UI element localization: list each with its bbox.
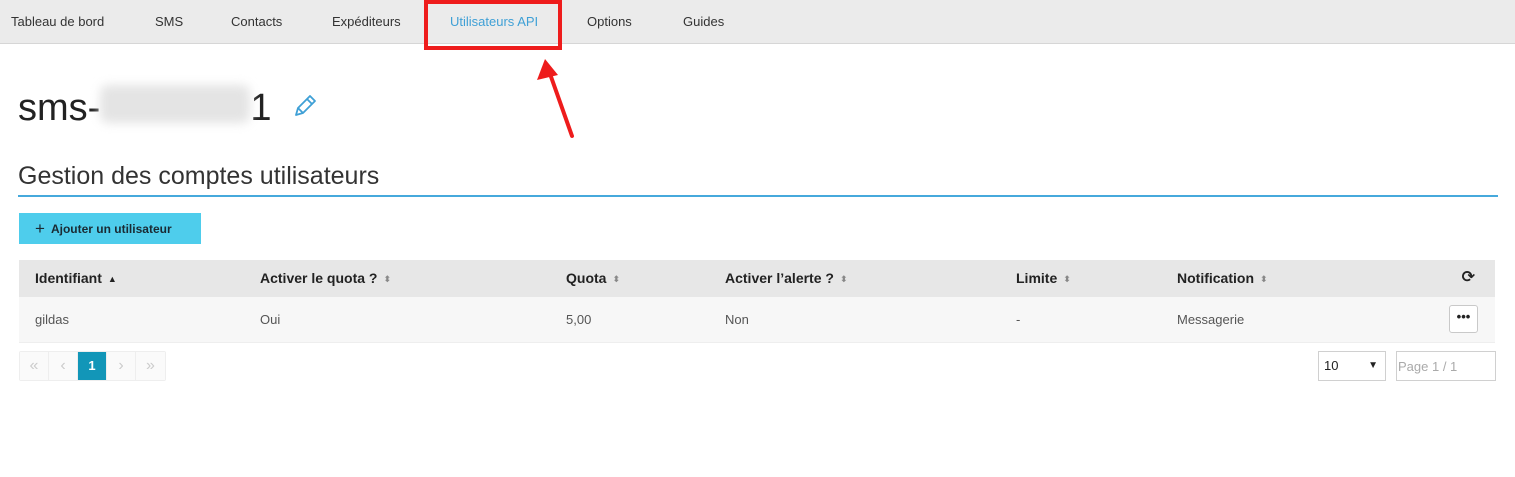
tab-sms[interactable]: SMS: [155, 0, 183, 44]
top-navigation: Tableau de bord SMS Contacts Expéditeurs…: [0, 0, 1515, 44]
tab-dashboard[interactable]: Tableau de bord: [11, 0, 104, 44]
sort-icon: ⬍: [612, 274, 620, 284]
per-page-select[interactable]: 10 ▼: [1318, 351, 1386, 381]
cell-quota-active: Oui: [260, 312, 281, 327]
last-page-button[interactable]: »: [136, 352, 165, 380]
cell-alert: Non: [725, 312, 749, 327]
page-title-suffix: 1: [250, 87, 272, 129]
header-notification[interactable]: Notification ⬍: [1177, 260, 1268, 297]
sort-icon: ⬍: [1063, 274, 1071, 284]
per-page-value: 10: [1324, 358, 1339, 373]
header-identifiant[interactable]: Identifiant ▲: [35, 260, 117, 297]
table-row: gildas Oui 5,00 Non - Messagerie •••: [19, 297, 1495, 343]
sort-icon: ⬍: [839, 274, 848, 284]
cell-notification: Messagerie: [1177, 312, 1245, 327]
header-quota-active[interactable]: Activer le quota ? ⬍: [260, 260, 391, 297]
section-title: Gestion des comptes utilisateurs: [18, 162, 380, 190]
users-table: Identifiant ▲ Activer le quota ? ⬍ Quota ⬍ …: [19, 260, 1495, 343]
tab-senders[interactable]: Expéditeurs: [332, 0, 401, 44]
sort-icon: ⬍: [383, 274, 392, 284]
refresh-icon[interactable]: ⟳: [1462, 269, 1475, 287]
current-page-button[interactable]: 1: [78, 352, 107, 380]
add-user-button[interactable]: + Ajouter un utilisateur: [19, 213, 201, 244]
tab-contacts[interactable]: Contacts: [231, 0, 282, 44]
table-header: Identifiant ▲ Activer le quota ? ⬍ Quota ⬍ …: [19, 260, 1495, 297]
next-page-button[interactable]: ›: [107, 352, 136, 380]
header-limit[interactable]: Limite ⬍: [1016, 260, 1071, 297]
cell-limit: -: [1016, 312, 1021, 327]
prev-page-button[interactable]: ‹: [49, 352, 78, 380]
highlight-annotation-box: [424, 0, 562, 50]
page-title: sms- 1: [18, 84, 271, 132]
tab-guides[interactable]: Guides: [683, 0, 724, 44]
tab-options[interactable]: Options: [587, 0, 632, 44]
annotation-arrow-icon: [537, 59, 574, 138]
sort-icon: ⬍: [1260, 274, 1268, 284]
page-title-prefix: sms-: [18, 87, 101, 129]
plus-icon: +: [35, 218, 45, 238]
cell-quota: 5,00: [566, 312, 592, 327]
first-page-button[interactable]: «: [20, 352, 49, 380]
sort-ascending-icon: ▲: [107, 274, 117, 284]
header-alert-active[interactable]: Activer l’alerte ? ⬍: [725, 260, 847, 297]
page-number-input[interactable]: [1396, 351, 1496, 381]
section-divider: [18, 195, 1498, 197]
pencil-edit-icon[interactable]: [292, 93, 318, 119]
add-user-label: Ajouter un utilisateur: [50, 221, 172, 236]
chevron-down-icon: ▼: [1368, 360, 1378, 371]
row-actions-menu-button[interactable]: •••: [1449, 305, 1478, 333]
cell-identifiant: gildas: [35, 312, 69, 327]
redacted-blur: [100, 85, 251, 123]
header-quota[interactable]: Quota ⬍: [566, 260, 620, 297]
pagination: « ‹ 1 › »: [19, 351, 166, 381]
